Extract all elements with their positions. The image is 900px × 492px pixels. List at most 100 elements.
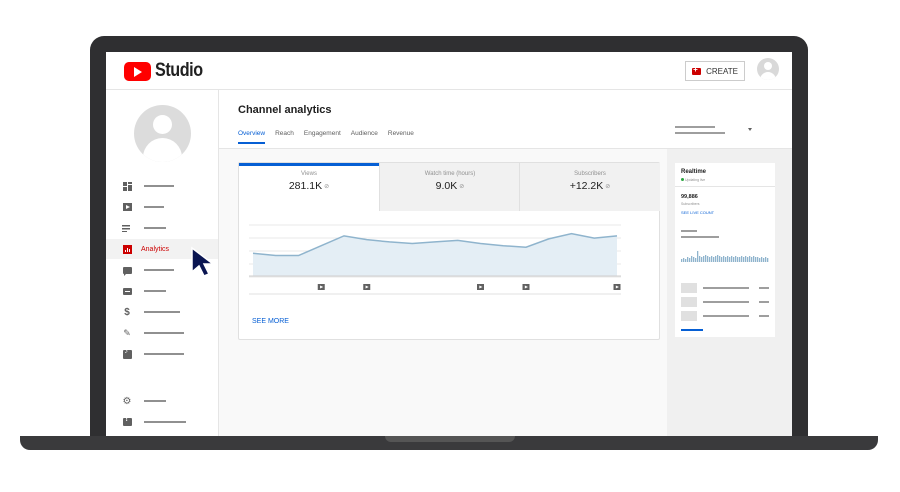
- realtime-status: Updating live: [681, 178, 705, 182]
- realtime-bar: [693, 257, 695, 262]
- studio-logo[interactable]: Studio: [124, 60, 211, 82]
- metric-watch-time[interactable]: Watch time (hours) 9.0K ⊘: [379, 163, 520, 211]
- magic-wand-icon: ✎: [123, 327, 131, 338]
- realtime-bar: [727, 256, 729, 262]
- metric-label: Subscribers: [574, 171, 606, 177]
- realtime-bar: [755, 257, 757, 262]
- subscriber-count-label: Subscribers: [681, 202, 700, 206]
- sidebar-item-settings[interactable]: ⚙: [106, 391, 218, 411]
- see-more-link[interactable]: SEE MORE: [252, 318, 289, 325]
- sidebar-item-content[interactable]: [106, 197, 218, 217]
- realtime-bar: [687, 257, 689, 262]
- subscriber-count: 99,886: [681, 194, 698, 200]
- realtime-bar: [763, 258, 765, 262]
- sidebar-item-subtitles[interactable]: [106, 281, 218, 301]
- realtime-bar: [691, 256, 693, 262]
- sidebar-item-customization[interactable]: ✎: [106, 323, 218, 343]
- video-marker-icon[interactable]: [363, 284, 371, 290]
- overview-card: Views 281.1K ⊘ Watch time (hours) 9.0K ⊘ S…: [238, 162, 660, 340]
- audio-library-icon: [122, 348, 132, 359]
- video-marker-icon[interactable]: [613, 284, 621, 290]
- realtime-bar: [703, 256, 705, 262]
- tab-reach[interactable]: Reach: [275, 130, 294, 144]
- date-range-dropdown[interactable]: [675, 125, 765, 139]
- realtime-placeholder: [681, 230, 697, 232]
- top-content-thumbnail[interactable]: [681, 283, 697, 293]
- realtime-bar: [681, 259, 683, 262]
- tab-audience[interactable]: Audience: [351, 130, 378, 144]
- account-avatar[interactable]: [757, 58, 779, 80]
- realtime-bar: [731, 256, 733, 262]
- realtime-bar: [725, 257, 727, 262]
- realtime-bar: [715, 256, 717, 262]
- top-content-thumbnail[interactable]: [681, 311, 697, 321]
- page-title: Channel analytics: [238, 104, 332, 116]
- metric-subscribers[interactable]: Subscribers +12.2K ⊘: [519, 163, 660, 211]
- channel-avatar[interactable]: [134, 105, 191, 162]
- tab-overview[interactable]: Overview: [238, 130, 266, 144]
- realtime-bar: [709, 257, 711, 262]
- realtime-accent-bar: [681, 329, 703, 331]
- metric-views[interactable]: Views 281.1K ⊘: [239, 163, 379, 211]
- sidebar-item-monetization[interactable]: $: [106, 302, 218, 322]
- video-marker-icon[interactable]: [477, 284, 484, 290]
- realtime-placeholder: [681, 236, 719, 238]
- metric-value: +12.2K: [569, 180, 604, 192]
- realtime-bar: [743, 257, 745, 262]
- realtime-bar: [761, 257, 763, 262]
- video-marker-icon[interactable]: [317, 284, 325, 290]
- top-content-placeholder: [703, 287, 749, 289]
- top-content-placeholder: [759, 315, 769, 317]
- sidebar-item-playlists[interactable]: [106, 218, 218, 238]
- video-marker-icon[interactable]: [522, 284, 530, 290]
- realtime-bar: [689, 258, 691, 262]
- check-circle-icon: ⊘: [324, 183, 330, 190]
- chart-area: [253, 233, 617, 276]
- realtime-bar: [765, 257, 767, 262]
- video-add-icon: [692, 65, 702, 75]
- realtime-bar: [749, 256, 751, 262]
- realtime-bar: [701, 257, 703, 262]
- logo-text: Studio: [155, 60, 203, 81]
- video-library-icon: [122, 202, 132, 212]
- metric-value-row: 281.1K ⊘: [239, 180, 379, 192]
- sidebar-item-placeholder: [144, 400, 166, 402]
- see-live-count-link[interactable]: SEE LIVE COUNT: [681, 210, 714, 215]
- laptop-notch: [385, 436, 515, 442]
- sidebar-item-label: Analytics: [141, 245, 170, 253]
- sidebar-item-feedback[interactable]: [106, 412, 218, 432]
- check-circle-icon: ⊘: [459, 183, 465, 190]
- realtime-bar: [733, 257, 735, 262]
- views-chart: [249, 224, 621, 295]
- realtime-bar: [767, 258, 769, 262]
- top-content-placeholder: [759, 301, 769, 303]
- main-content: Channel analytics Overview Reach Engagem…: [219, 90, 792, 436]
- sidebar-item-placeholder: [144, 185, 174, 187]
- create-button[interactable]: CREATE: [685, 61, 745, 81]
- sidebar-item-placeholder: [144, 269, 174, 271]
- dashboard-icon: [122, 181, 132, 191]
- comment-icon: [122, 265, 132, 276]
- top-header: Studio CREATE: [106, 52, 792, 90]
- realtime-bar: [697, 251, 699, 262]
- sidebar-item-dashboard[interactable]: [106, 176, 218, 196]
- sidebar-item-audio-library[interactable]: [106, 344, 218, 364]
- metric-label: Watch time (hours): [424, 171, 476, 177]
- screen: Studio CREATE Analytics: [106, 52, 792, 436]
- tab-engagement[interactable]: Engagement: [304, 130, 341, 144]
- tab-revenue[interactable]: Revenue: [388, 130, 414, 144]
- top-content-placeholder: [759, 287, 769, 289]
- realtime-bar: [683, 258, 685, 262]
- realtime-bar: [685, 259, 687, 262]
- realtime-bar: [753, 256, 755, 262]
- realtime-bar: [723, 256, 725, 262]
- realtime-bar: [751, 257, 753, 262]
- realtime-bar: [699, 256, 701, 262]
- analytics-tabs: Overview Reach Engagement Audience Reven…: [238, 130, 424, 144]
- analytics-icon: [122, 244, 132, 254]
- mouse-cursor-icon: [191, 246, 216, 277]
- sidebar-item-placeholder: [144, 206, 164, 208]
- sidebar-item-placeholder: [144, 227, 166, 229]
- top-content-thumbnail[interactable]: [681, 297, 697, 307]
- realtime-bar: [737, 257, 739, 262]
